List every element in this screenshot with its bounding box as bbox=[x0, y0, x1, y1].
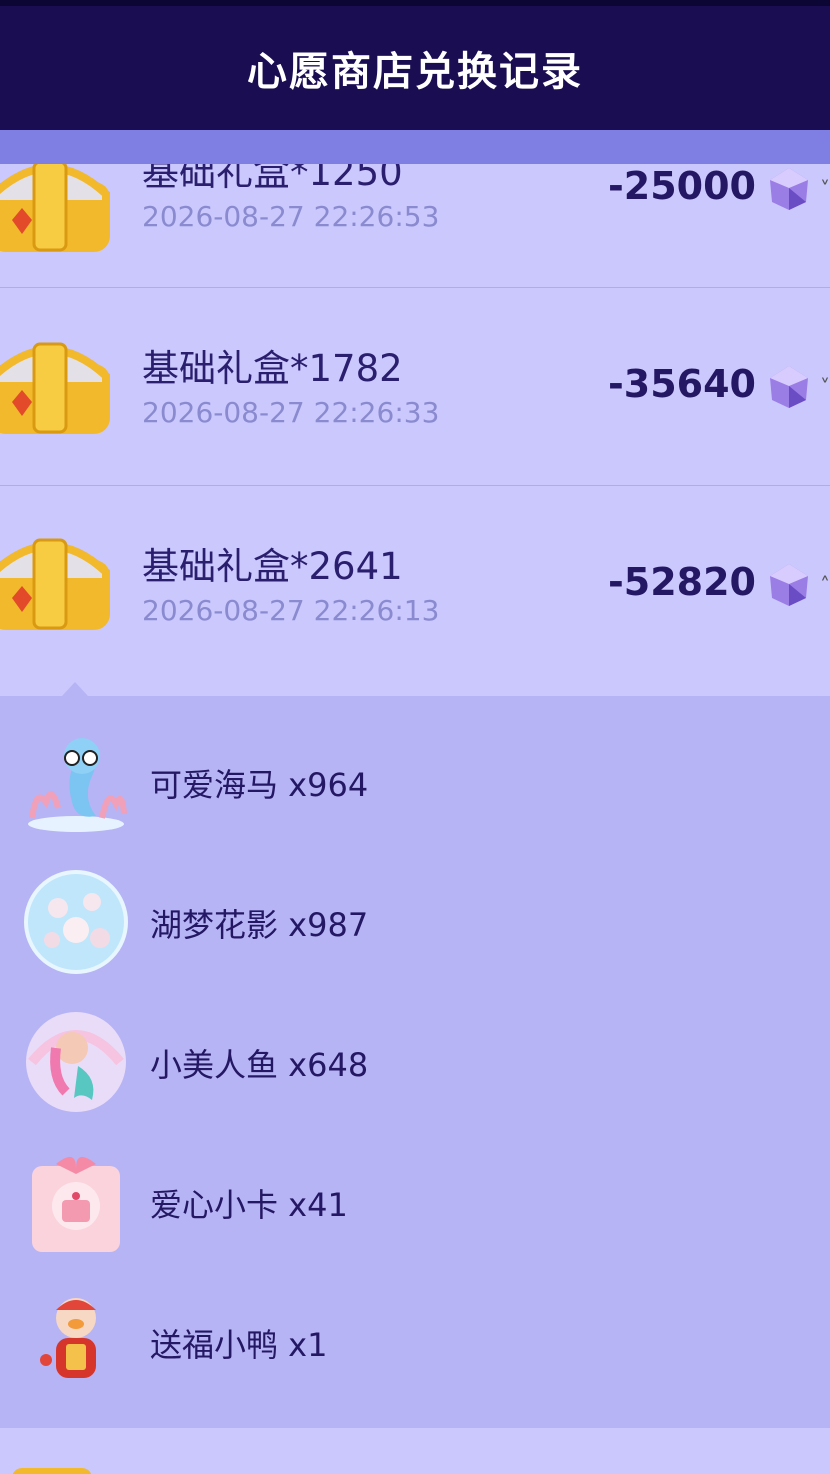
gift-item: 送福小鸭 x1 bbox=[0, 1268, 830, 1408]
gift-label: 爱心小卡 x41 bbox=[150, 1186, 348, 1224]
app-header: 心愿商店兑换记录 bbox=[0, 6, 830, 130]
chevron-down-icon: ˅ bbox=[820, 177, 830, 201]
treasure-chest-icon bbox=[12, 1468, 92, 1474]
record-amount: -25000 bbox=[608, 164, 756, 208]
detail-pointer bbox=[62, 682, 88, 696]
mermaid-gift-icon bbox=[26, 1012, 126, 1112]
gift-item: 可爱海马 x964 bbox=[0, 708, 830, 848]
record-time: 2026-08-27 22:26:53 bbox=[142, 200, 440, 233]
page-title: 心愿商店兑换记录 bbox=[247, 49, 583, 95]
record-row-3[interactable]: 基础礼盒*2641 2026-08-27 22:26:13 -52820 ˄ bbox=[0, 486, 830, 696]
gift-item: 小美人鱼 x648 bbox=[0, 988, 830, 1128]
record-amount: -52820 bbox=[608, 560, 756, 604]
heart-card-gift-icon bbox=[32, 1156, 120, 1252]
seahorse-gift-icon bbox=[28, 738, 127, 832]
treasure-chest-icon bbox=[0, 538, 110, 630]
gift-detail-panel: 可爱海马 x964 湖梦花影 x987 小美人鱼 x648 爱心小卡 x41 送… bbox=[0, 696, 830, 1428]
gift-label: 小美人鱼 x648 bbox=[150, 1046, 369, 1084]
diamond-gem-icon bbox=[770, 564, 808, 606]
treasure-chest-icon bbox=[0, 342, 110, 434]
record-time: 2026-08-27 22:26:33 bbox=[142, 396, 440, 429]
chevron-up-icon: ˄ bbox=[820, 573, 830, 597]
record-name: 基础礼盒*1782 bbox=[142, 347, 403, 390]
chevron-down-icon: ˅ bbox=[820, 375, 830, 399]
gift-label: 湖梦花影 x987 bbox=[150, 906, 369, 944]
flower-bubble-gift-icon bbox=[24, 870, 128, 974]
gift-label: 送福小鸭 x1 bbox=[150, 1326, 328, 1364]
gift-label: 可爱海马 x964 bbox=[150, 766, 369, 804]
header-band bbox=[0, 130, 830, 164]
record-amount: -35640 bbox=[608, 362, 756, 406]
gift-item: 湖梦花影 x987 bbox=[0, 848, 830, 988]
gift-item: 爱心小卡 x41 bbox=[0, 1128, 830, 1268]
record-row-2[interactable]: 基础礼盒*1782 2026-08-27 22:26:33 -35640 ˅ bbox=[0, 288, 830, 486]
record-name: 基础礼盒*2641 bbox=[142, 545, 403, 588]
diamond-gem-icon bbox=[770, 168, 808, 210]
diamond-gem-icon bbox=[770, 366, 808, 408]
lucky-duck-gift-icon bbox=[40, 1298, 96, 1378]
record-row-4[interactable] bbox=[0, 1428, 830, 1474]
record-time: 2026-08-27 22:26:13 bbox=[142, 594, 440, 627]
